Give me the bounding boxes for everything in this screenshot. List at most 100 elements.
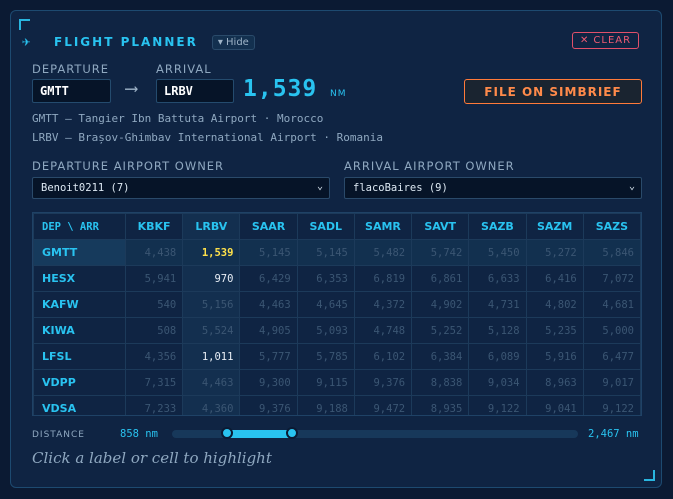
matrix-cell[interactable]: 5,846 <box>582 239 641 266</box>
row-header-kafw[interactable]: KAFW <box>33 291 126 318</box>
matrix-cell[interactable]: 7,072 <box>582 265 641 292</box>
arrival-input[interactable]: LRBV <box>156 79 234 103</box>
departure-owner-select[interactable]: Benoit0211 (7) ⌄ <box>32 177 330 199</box>
matrix-cell[interactable]: 5,145 <box>296 239 355 266</box>
arrival-owner-select[interactable]: flacoBaires (9) ⌄ <box>344 177 642 199</box>
column-header-samr[interactable]: SAMR <box>353 213 413 240</box>
clear-button[interactable]: ✕ CLEAR <box>572 32 640 49</box>
matrix-cell[interactable]: 4,645 <box>296 291 355 318</box>
matrix-cell[interactable]: 6,102 <box>353 343 413 370</box>
matrix-cell[interactable]: 5,235 <box>525 317 584 344</box>
distance-min-value: 858 nm <box>120 428 158 440</box>
matrix-cell[interactable]: 970 <box>182 265 241 292</box>
matrix-cell[interactable]: 5,272 <box>525 239 584 266</box>
range-thumb-min[interactable] <box>220 427 233 439</box>
matrix-cell[interactable]: 5,128 <box>468 317 527 344</box>
matrix-cell[interactable]: 1,539 <box>182 239 241 266</box>
matrix-cell[interactable]: 1,011 <box>182 343 241 370</box>
departure-input[interactable]: GMTT <box>32 79 111 103</box>
table-row: VDPP 7,315 4,463 9,300 9,115 9,376 8,838 9,034 8… <box>33 369 641 396</box>
matrix-cell[interactable]: 4,748 <box>353 317 413 344</box>
column-header-sadl[interactable]: SADL <box>296 213 355 240</box>
matrix-cell[interactable]: 9,122 <box>468 395 527 415</box>
row-header-hesx[interactable]: HESX <box>33 265 126 292</box>
matrix-cell[interactable]: 9,376 <box>239 395 298 415</box>
matrix-cell[interactable]: 9,041 <box>525 395 584 415</box>
matrix-cell[interactable]: 7,315 <box>124 369 184 396</box>
matrix-cell[interactable]: 4,463 <box>239 291 298 318</box>
column-header-sazb[interactable]: SAZB <box>468 213 527 240</box>
matrix-cell[interactable]: 4,681 <box>582 291 641 318</box>
departure-label: DEPARTURE <box>32 62 110 76</box>
matrix-cell[interactable]: 5,252 <box>411 317 470 344</box>
matrix-cell[interactable]: 6,819 <box>353 265 413 292</box>
matrix-cell[interactable]: 4,463 <box>182 369 241 396</box>
matrix-cell[interactable]: 7,233 <box>124 395 184 415</box>
column-header-lrbv[interactable]: LRBV <box>182 213 241 240</box>
matrix-cell[interactable]: 4,372 <box>353 291 413 318</box>
matrix-cell[interactable]: 5,785 <box>296 343 355 370</box>
row-header-lfsl[interactable]: LFSL <box>33 343 126 370</box>
row-header-gmtt[interactable]: GMTT <box>33 239 126 266</box>
matrix-cell[interactable]: 540 <box>124 291 184 318</box>
matrix-cell[interactable]: 5,524 <box>182 317 241 344</box>
matrix-cell[interactable]: 9,376 <box>353 369 413 396</box>
matrix-cell[interactable]: 9,472 <box>353 395 413 415</box>
matrix-cell[interactable]: 8,935 <box>411 395 470 415</box>
matrix-cell[interactable]: 9,115 <box>296 369 355 396</box>
matrix-cell[interactable]: 6,633 <box>468 265 527 292</box>
distance-range-slider[interactable] <box>172 427 578 439</box>
matrix-cell[interactable]: 508 <box>124 317 184 344</box>
matrix-cell[interactable]: 5,482 <box>353 239 413 266</box>
matrix-cell[interactable]: 5,742 <box>411 239 470 266</box>
column-header-savt[interactable]: SAVT <box>411 213 470 240</box>
table-row: GMTT 4,438 1,539 5,145 5,145 5,482 5,742 5,450 5… <box>33 239 641 266</box>
matrix-cell[interactable]: 5,093 <box>296 317 355 344</box>
hide-button[interactable]: ▾ Hide <box>211 34 255 50</box>
column-header-sazs[interactable]: SAZS <box>582 213 641 240</box>
matrix-cell[interactable]: 9,034 <box>468 369 527 396</box>
matrix-cell[interactable]: 6,089 <box>468 343 527 370</box>
distance-max-value: 2,467 nm <box>588 428 639 440</box>
matrix-cell[interactable]: 5,941 <box>124 265 184 292</box>
route-distance: 1,539 <box>243 76 318 102</box>
matrix-cell[interactable]: 9,300 <box>239 369 298 396</box>
matrix-cell[interactable]: 4,731 <box>468 291 527 318</box>
matrix-cell[interactable]: 4,438 <box>124 239 184 266</box>
chevron-down-icon: ⌄ <box>628 181 635 192</box>
matrix-cell[interactable]: 4,905 <box>239 317 298 344</box>
matrix-cell[interactable]: 6,384 <box>411 343 470 370</box>
matrix-cell[interactable]: 4,360 <box>182 395 241 415</box>
matrix-cell[interactable]: 5,777 <box>239 343 298 370</box>
arrival-label: ARRIVAL <box>156 62 212 76</box>
matrix-cell[interactable]: 8,838 <box>411 369 470 396</box>
range-thumb-max[interactable] <box>286 427 299 439</box>
matrix-cell[interactable]: 5,916 <box>525 343 584 370</box>
matrix-cell[interactable]: 6,416 <box>525 265 584 292</box>
matrix-cell[interactable]: 9,122 <box>582 395 641 415</box>
departure-description: GMTT — Tangier Ibn Battuta Airport · Mor… <box>32 112 324 125</box>
matrix-cell[interactable]: 4,356 <box>124 343 184 370</box>
matrix-cell[interactable]: 5,156 <box>182 291 241 318</box>
matrix-cell[interactable]: 9,017 <box>582 369 641 396</box>
matrix-cell[interactable]: 6,429 <box>239 265 298 292</box>
matrix-cell[interactable]: 9,188 <box>296 395 355 415</box>
column-header-saar[interactable]: SAAR <box>239 213 298 240</box>
matrix-cell[interactable]: 4,802 <box>525 291 584 318</box>
row-header-vdsa[interactable]: VDSA <box>33 395 126 415</box>
matrix-cell[interactable]: 5,145 <box>239 239 298 266</box>
column-header-kbkf[interactable]: KBKF <box>124 213 184 240</box>
column-header-sazm[interactable]: SAZM <box>525 213 584 240</box>
matrix-cell[interactable]: 6,353 <box>296 265 355 292</box>
table-row: KIWA 508 5,524 4,905 5,093 4,748 5,252 5,128 5,2… <box>33 317 641 344</box>
matrix-cell[interactable]: 6,477 <box>582 343 641 370</box>
table-row: LFSL 4,356 1,011 5,777 5,785 6,102 6,384 6,089 5… <box>33 343 641 370</box>
matrix-cell[interactable]: 5,000 <box>582 317 641 344</box>
file-on-simbrief-button[interactable]: FILE ON SIMBRIEF <box>464 79 642 104</box>
row-header-vdpp[interactable]: VDPP <box>33 369 126 396</box>
row-header-kiwa[interactable]: KIWA <box>33 317 126 344</box>
matrix-cell[interactable]: 8,963 <box>525 369 584 396</box>
matrix-cell[interactable]: 4,902 <box>411 291 470 318</box>
matrix-cell[interactable]: 6,861 <box>411 265 470 292</box>
matrix-cell[interactable]: 5,450 <box>468 239 527 266</box>
